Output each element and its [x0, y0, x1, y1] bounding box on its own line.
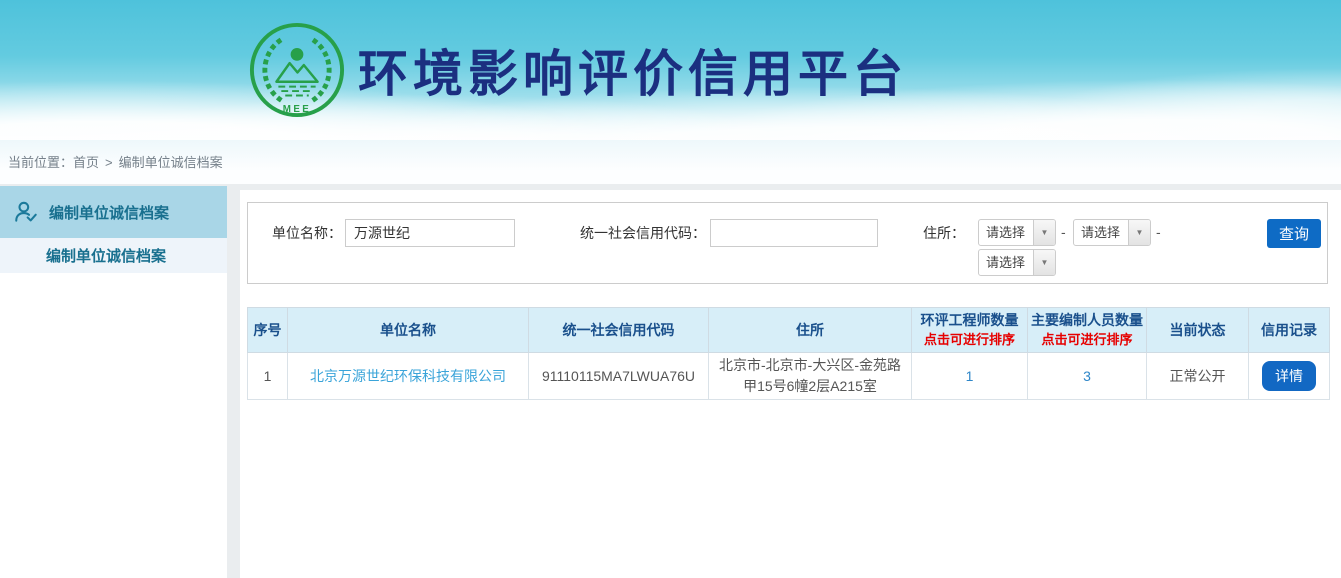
credit-code-label: 统一社会信用代码：	[541, 220, 706, 247]
col-address-label: 住所	[796, 322, 824, 338]
chevron-down-icon[interactable]: ▼	[1033, 250, 1055, 275]
col-status: 当前状态	[1147, 308, 1249, 353]
breadcrumb-separator: >	[105, 155, 113, 170]
company-link[interactable]: 北京万源世纪环保科技有限公司	[310, 368, 506, 384]
engineer-count-link[interactable]: 1	[966, 368, 974, 384]
cell-credit-code: 91110115MA7LWUA76U	[529, 353, 709, 400]
col-credit-code: 统一社会信用代码	[529, 308, 709, 353]
sidebar-subitem-unit-credit-archive[interactable]: 编制单位诚信档案	[0, 238, 227, 273]
sidebar: 编制单位诚信档案 编制单位诚信档案	[0, 186, 227, 578]
chevron-down-icon[interactable]: ▼	[1128, 220, 1150, 245]
results-table: 序号 单位名称 统一社会信用代码 住所 环评工程师数量 点击可进行排序 主要编制…	[247, 307, 1330, 400]
brand: MEE 环境影响评价信用平台	[248, 20, 908, 120]
staff-count-link[interactable]: 3	[1083, 368, 1091, 384]
user-check-icon	[13, 199, 39, 225]
district-select[interactable]: 请选择 ▼	[978, 249, 1056, 276]
query-button[interactable]: 查询	[1267, 219, 1321, 248]
col-staff-count-label: 主要编制人员数量	[1031, 312, 1143, 328]
city-select-value: 请选择	[1074, 220, 1128, 245]
col-staff-count-sortable[interactable]: 主要编制人员数量 点击可进行排序	[1028, 308, 1147, 353]
cell-staff-count: 3	[1028, 353, 1147, 400]
cell-company: 北京万源世纪环保科技有限公司	[288, 353, 529, 400]
cell-engineer-count: 1	[912, 353, 1028, 400]
breadcrumb-current: 编制单位诚信档案	[119, 155, 223, 170]
col-company: 单位名称	[288, 308, 529, 353]
main-panel: 单位名称： 统一社会信用代码： 住所： 请选择 ▼ - 请选择 ▼ - 请选择 …	[240, 190, 1341, 578]
col-status-label: 当前状态	[1170, 322, 1226, 338]
site-title: 环境影响评价信用平台	[358, 34, 908, 106]
chevron-down-icon[interactable]: ▼	[1033, 220, 1055, 245]
cell-credit-record: 详情	[1249, 353, 1330, 400]
province-select-value: 请选择	[979, 220, 1033, 245]
search-panel: 单位名称： 统一社会信用代码： 住所： 请选择 ▼ - 请选择 ▼ - 请选择 …	[247, 202, 1328, 284]
cell-status: 正常公开	[1147, 353, 1249, 400]
city-select[interactable]: 请选择 ▼	[1073, 219, 1151, 246]
col-engineer-count-sortable[interactable]: 环评工程师数量 点击可进行排序	[912, 308, 1028, 353]
province-select[interactable]: 请选择 ▼	[978, 219, 1056, 246]
col-credit-code-label: 统一社会信用代码	[563, 322, 675, 338]
credit-code-input[interactable]	[710, 219, 878, 247]
mee-logo-icon: MEE	[248, 21, 346, 119]
unit-name-input[interactable]	[345, 219, 515, 247]
cell-address: 北京市-北京市-大兴区-金苑路甲15号6幢2层A215室	[709, 353, 912, 400]
sidebar-subitem-label: 编制单位诚信档案	[46, 245, 166, 266]
address-label: 住所：	[901, 220, 965, 247]
col-credit-record-label: 信用记录	[1261, 322, 1317, 338]
breadcrumb-prefix: 当前位置：	[8, 155, 73, 170]
col-address: 住所	[709, 308, 912, 353]
sort-hint-engineer: 点击可进行排序	[914, 330, 1025, 349]
address-separator-2: -	[1156, 219, 1161, 246]
mee-logo-text: MEE	[283, 104, 312, 115]
content-area: 编制单位诚信档案 编制单位诚信档案 单位名称： 统一社会信用代码： 住所： 请选…	[0, 184, 1341, 578]
col-seq-label: 序号	[254, 322, 282, 338]
sort-hint-staff: 点击可进行排序	[1030, 330, 1144, 349]
breadcrumb-home-link[interactable]: 首页	[73, 155, 99, 170]
site-header: MEE 环境影响评价信用平台	[0, 0, 1341, 140]
address-separator-1: -	[1061, 219, 1066, 246]
table-header-row: 序号 单位名称 统一社会信用代码 住所 环评工程师数量 点击可进行排序 主要编制…	[248, 308, 1330, 353]
col-company-label: 单位名称	[380, 322, 436, 338]
sidebar-item-label: 编制单位诚信档案	[49, 202, 169, 223]
breadcrumb: 当前位置：首页 > 编制单位诚信档案	[0, 140, 1341, 184]
table-row: 1 北京万源世纪环保科技有限公司 91110115MA7LWUA76U 北京市-…	[248, 353, 1330, 400]
col-credit-record: 信用记录	[1249, 308, 1330, 353]
detail-button[interactable]: 详情	[1262, 361, 1316, 391]
unit-name-label: 单位名称：	[258, 220, 342, 247]
district-select-value: 请选择	[979, 250, 1033, 275]
col-engineer-count-label: 环评工程师数量	[921, 312, 1019, 328]
sidebar-item-unit-credit-archive[interactable]: 编制单位诚信档案	[0, 186, 227, 238]
cell-seq: 1	[248, 353, 288, 400]
col-seq: 序号	[248, 308, 288, 353]
